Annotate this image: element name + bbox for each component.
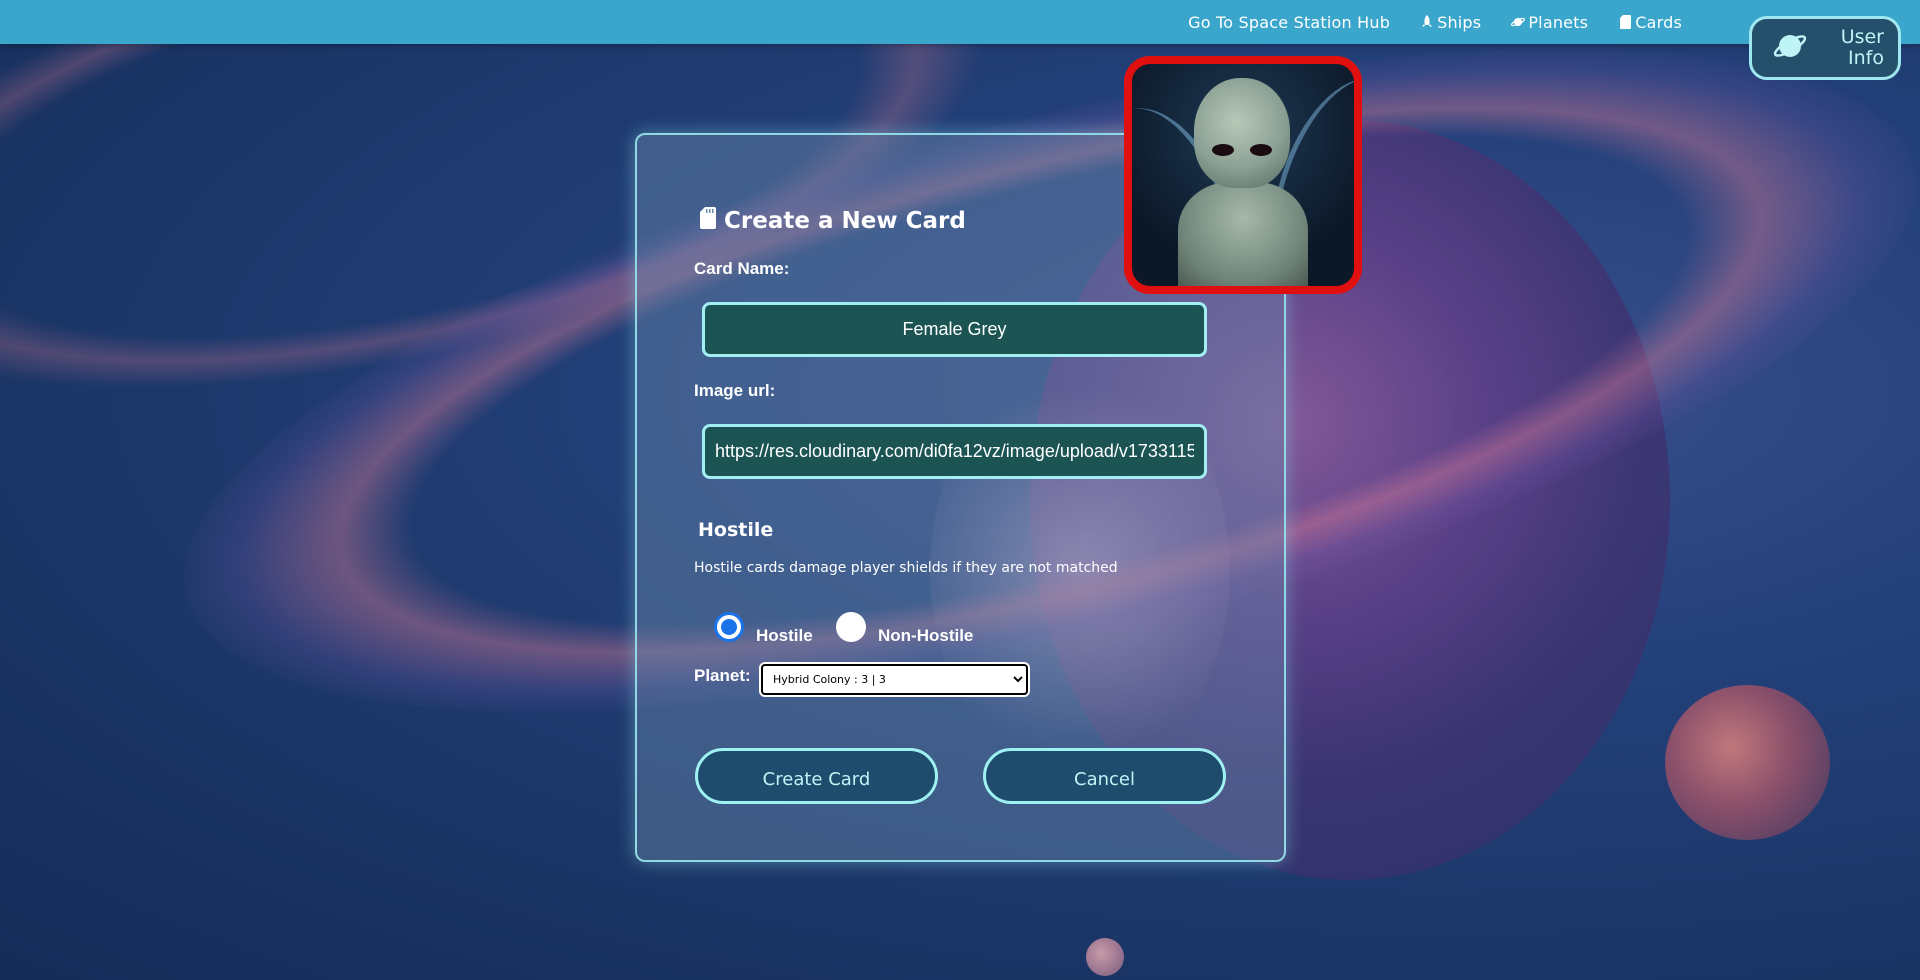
- non-hostile-radio-label: Non-Hostile: [878, 626, 974, 645]
- alien-body: [1178, 182, 1308, 286]
- rocket-icon: [1420, 15, 1434, 29]
- image-url-input[interactable]: [702, 424, 1207, 479]
- alien-head: [1194, 78, 1290, 188]
- create-card-button[interactable]: Create Card: [695, 748, 938, 804]
- card-icon: [1618, 15, 1632, 29]
- nav-link-space-station-hub[interactable]: Go To Space Station Hub: [1188, 13, 1390, 32]
- nav-links: Go To Space Station Hub Ships Planets Ca…: [1188, 0, 1682, 44]
- user-label-line1: User: [1840, 26, 1884, 48]
- hostile-radio[interactable]: [714, 612, 744, 642]
- small-moon: [1086, 938, 1124, 976]
- planet-icon: [1772, 28, 1808, 68]
- top-navbar: Go To Space Station Hub Ships Planets Ca…: [0, 0, 1920, 44]
- nav-link-label: Planets: [1528, 12, 1589, 32]
- hostile-heading: Hostile: [698, 519, 774, 541]
- cancel-button[interactable]: Cancel: [983, 748, 1226, 804]
- image-url-label: Image url:: [694, 381, 776, 400]
- nav-link-label: Go To Space Station Hub: [1188, 12, 1391, 32]
- user-label-line2: Info: [1848, 47, 1884, 69]
- hostile-hint: Hostile cards damage player shields if t…: [694, 560, 1118, 576]
- non-hostile-radio[interactable]: [836, 612, 866, 642]
- card-image-preview: [1124, 56, 1362, 294]
- nav-link-label: Cards: [1635, 12, 1682, 32]
- card-name-input[interactable]: [702, 302, 1207, 357]
- planet-icon: [1511, 15, 1526, 29]
- alien-eye: [1250, 144, 1272, 156]
- nav-link-planets[interactable]: Planets: [1511, 13, 1588, 32]
- user-info-label: User Info: [1814, 27, 1884, 69]
- form-title-text: Create a New Card: [724, 208, 966, 234]
- nav-link-label: Ships: [1437, 12, 1482, 32]
- planet-select[interactable]: Hybrid Colony : 3 | 3: [761, 664, 1028, 695]
- nav-link-cards[interactable]: Cards: [1618, 13, 1682, 32]
- form-title: Create a New Card: [700, 207, 966, 235]
- card-name-label: Card Name:: [694, 259, 790, 278]
- user-info-button[interactable]: User Info: [1749, 16, 1901, 80]
- background-moon: [1665, 685, 1830, 840]
- hostile-radio-label: Hostile: [756, 626, 813, 645]
- alien-eye: [1212, 144, 1234, 156]
- nav-link-ships[interactable]: Ships: [1420, 13, 1481, 32]
- sd-card-icon: [700, 207, 716, 235]
- planet-label: Planet:: [694, 666, 751, 685]
